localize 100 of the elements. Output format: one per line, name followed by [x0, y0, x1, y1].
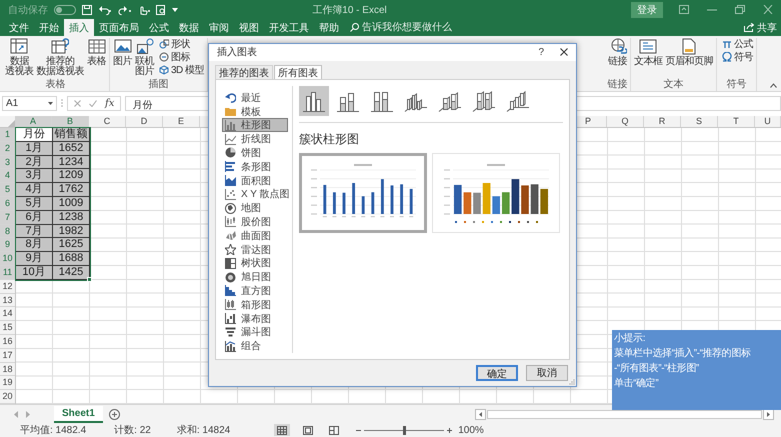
- table-cell[interactable]: 销售额: [53, 128, 90, 142]
- dialog-tab[interactable]: 推荐的图表: [215, 64, 273, 79]
- ribbon-tab[interactable]: 审阅: [204, 19, 234, 36]
- horizontal-scrollbar[interactable]: [475, 408, 775, 420]
- row-header[interactable]: 16: [0, 334, 15, 349]
- row-header[interactable]: 10: [0, 252, 15, 266]
- redo-icon[interactable]: [118, 4, 132, 14]
- table-cell[interactable]: 3月: [16, 169, 53, 184]
- table-cell[interactable]: 1762: [53, 183, 90, 197]
- tell-me-field[interactable]: 告诉我你想要做什么: [362, 22, 462, 33]
- table-cell[interactable]: 月份: [16, 128, 53, 142]
- insert-function-button[interactable]: fx: [105, 98, 114, 108]
- table-cell[interactable]: 7月: [16, 224, 53, 238]
- table-cell[interactable]: 9月: [16, 252, 53, 266]
- column-header[interactable]: D: [126, 116, 163, 127]
- sheet-tab[interactable]: Sheet1: [54, 406, 103, 422]
- column-header[interactable]: C: [89, 116, 126, 127]
- table-cell[interactable]: 8月: [16, 238, 53, 252]
- column-header[interactable]: S: [681, 116, 718, 127]
- table-cell[interactable]: 1425: [53, 266, 90, 280]
- chart-type-item[interactable]: 漏斗图: [222, 325, 288, 340]
- row-header[interactable]: 7: [0, 210, 15, 225]
- chart-type-item[interactable]: 箱形图: [222, 298, 288, 312]
- chart-type-item[interactable]: 直方图: [222, 284, 288, 298]
- chart-type-item[interactable]: X Y 散点图: [222, 187, 288, 202]
- customize-caret-icon[interactable]: [172, 6, 178, 12]
- table-cell[interactable]: 1982: [53, 224, 90, 238]
- row-header[interactable]: 2: [0, 142, 15, 156]
- chart-type-item[interactable]: 雷达图: [222, 242, 288, 256]
- ribbon-tab[interactable]: 页面布局: [94, 19, 144, 36]
- share-button[interactable]: 共享: [740, 19, 781, 36]
- chart-type-item[interactable]: 饼图: [222, 146, 288, 160]
- name-box[interactable]: A1: [2, 96, 57, 110]
- ribbon-tab[interactable]: 插入: [64, 19, 94, 36]
- row-header[interactable]: 6: [0, 196, 15, 211]
- help-button[interactable]: ?: [538, 46, 544, 58]
- ribbon-button[interactable]: 表格: [86, 38, 107, 79]
- chart-type-item[interactable]: 条形图: [222, 160, 288, 174]
- chart-type-item[interactable]: 地图: [222, 201, 288, 216]
- ribbon-tab[interactable]: 数据: [174, 19, 204, 36]
- table-cell[interactable]: 1625: [53, 238, 90, 252]
- ribbon-button[interactable]: 图片: [112, 38, 133, 79]
- chart-type-item[interactable]: 股价图: [222, 215, 288, 229]
- chart-type-item[interactable]: 折线图: [222, 132, 288, 146]
- ribbon-tab[interactable]: 帮助: [314, 19, 344, 36]
- table-cell[interactable]: 4月: [16, 183, 53, 197]
- chart-type-item[interactable]: 瀑布图: [222, 312, 288, 326]
- row-header[interactable]: 1: [0, 128, 15, 142]
- save-icon[interactable]: [82, 4, 92, 14]
- row-header[interactable]: 12: [0, 280, 15, 294]
- column-header[interactable]: E: [163, 116, 200, 127]
- ribbon-tab[interactable]: 文件: [4, 19, 34, 36]
- table-cell[interactable]: 1234: [53, 156, 90, 170]
- view-button[interactable]: [274, 424, 290, 436]
- chart-type-item[interactable]: 旭日图: [222, 270, 288, 284]
- zoom-out-icon[interactable]: [356, 428, 362, 432]
- column-header[interactable]: A: [15, 116, 52, 127]
- zoom-thumb[interactable]: [403, 426, 406, 434]
- chart-type-item[interactable]: 树状图: [222, 256, 288, 270]
- ribbon-button[interactable]: 链接: [607, 38, 628, 79]
- row-header[interactable]: 8: [0, 224, 15, 238]
- ribbon-tab[interactable]: 开发工具: [264, 19, 314, 36]
- row-header[interactable]: 5: [0, 183, 15, 197]
- dialog-button[interactable]: 确定: [476, 364, 518, 381]
- column-header[interactable]: T: [718, 116, 755, 127]
- chart-type-item[interactable]: 曲面图: [222, 228, 288, 243]
- row-header[interactable]: 15: [0, 321, 15, 335]
- table-cell[interactable]: 1688: [53, 252, 90, 266]
- print-preview-icon[interactable]: [156, 4, 166, 14]
- autosave-toggle[interactable]: [54, 4, 76, 14]
- ribbon-button[interactable]: 推荐的 数据透视表: [36, 38, 85, 79]
- ribbon-display-icon[interactable]: [679, 5, 689, 14]
- collapse-ribbon-icon[interactable]: [770, 83, 777, 88]
- close-icon[interactable]: [560, 48, 568, 56]
- table-cell[interactable]: 1238: [53, 210, 90, 225]
- row-header[interactable]: 11: [0, 266, 15, 280]
- zoom-level[interactable]: 100%: [458, 424, 484, 436]
- ribbon-button[interactable]: 文本框: [633, 38, 664, 79]
- table-cell[interactable]: 2月: [16, 156, 53, 170]
- chart-type-item[interactable]: 面积图: [222, 174, 288, 188]
- row-header[interactable]: 3: [0, 156, 15, 170]
- row-header[interactable]: 17: [0, 348, 15, 363]
- table-cell[interactable]: 1209: [53, 169, 90, 184]
- table-cell[interactable]: 5月: [16, 196, 53, 211]
- ribbon-button[interactable]: 符号: [721, 51, 754, 63]
- dialog-button[interactable]: 取消: [526, 364, 568, 381]
- chart-subtype-button[interactable]: [299, 86, 329, 116]
- row-header[interactable]: 9: [0, 238, 15, 252]
- table-cell[interactable]: 1009: [53, 196, 90, 211]
- ribbon-button[interactable]: 形状: [158, 38, 206, 50]
- chart-type-item[interactable]: 组合: [222, 339, 288, 353]
- column-header[interactable]: R: [644, 116, 681, 127]
- ribbon-button[interactable]: 联机 图片: [134, 38, 155, 79]
- chart-type-item[interactable]: 模板: [222, 104, 288, 118]
- chart-type-item[interactable]: 柱形图: [222, 118, 288, 132]
- ribbon-button[interactable]: 页眉和页脚: [664, 38, 714, 79]
- row-header[interactable]: 4: [0, 169, 15, 184]
- row-header[interactable]: 18: [0, 362, 15, 376]
- hand-icon[interactable]: [138, 4, 150, 14]
- table-cell[interactable]: 10月: [16, 266, 53, 280]
